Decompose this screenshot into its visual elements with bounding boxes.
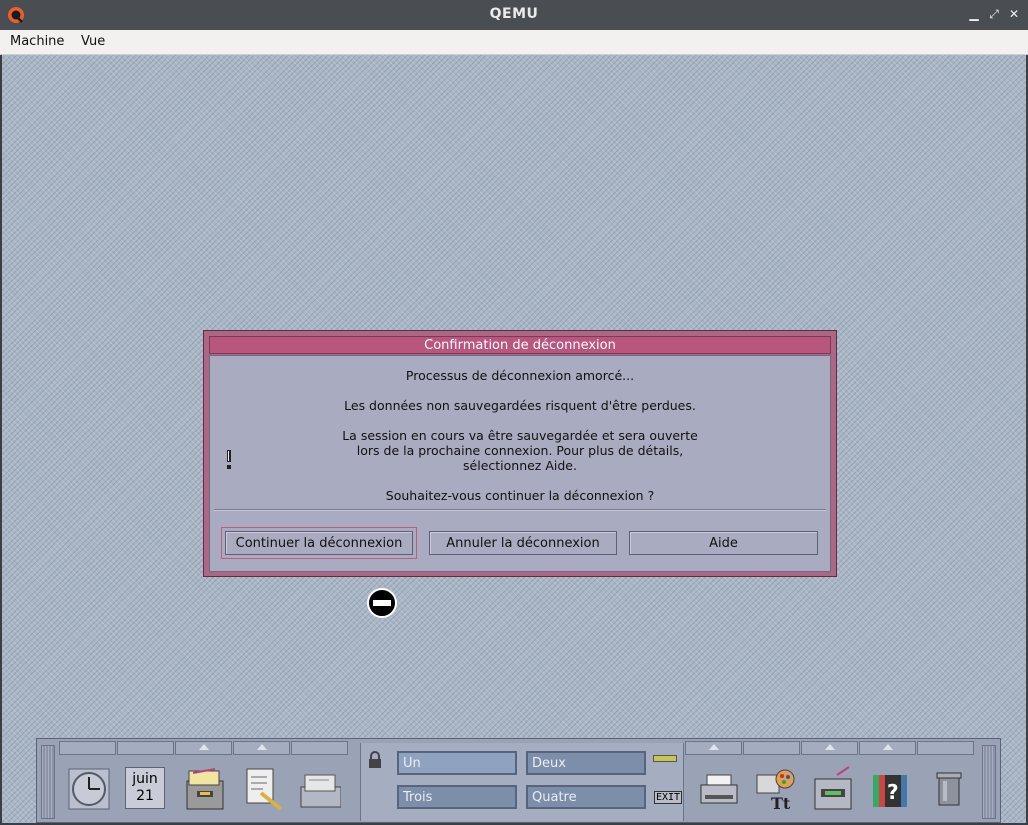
exit-button[interactable]: EXIT	[654, 791, 683, 804]
dialog-body: Processus de déconnexion amorcé... Les d…	[209, 355, 831, 572]
window-titlebar: QEMU ▁ ⤢ ✕	[0, 0, 1028, 30]
style-manager-icon[interactable]: Tt	[753, 765, 797, 813]
subpanel-arrow[interactable]	[859, 741, 916, 755]
dialog-separator	[214, 509, 826, 511]
message-line: Souhaitez-vous continuer la déconnexion …	[385, 488, 655, 503]
printer-icon[interactable]	[697, 765, 741, 813]
menu-machine[interactable]: Machine	[10, 34, 64, 49]
clock-icon[interactable]	[67, 765, 111, 813]
calendar-month: juin	[132, 771, 158, 787]
close-icon[interactable]: ✕	[1006, 6, 1022, 22]
front-panel: juin 21 Un Deux Trois Quatre EXIT Tt ?	[36, 738, 1001, 823]
application-manager-icon[interactable]	[811, 765, 855, 813]
svg-text:?: ?	[887, 780, 899, 804]
file-manager-icon[interactable]	[183, 765, 227, 813]
subpanel-slot[interactable]	[59, 741, 116, 755]
subpanel-arrow[interactable]	[175, 741, 232, 755]
workspace-button-deux[interactable]: Deux	[526, 751, 646, 775]
text-editor-icon[interactable]	[241, 765, 285, 813]
panel-handle-left[interactable]	[41, 745, 55, 819]
continue-logout-button[interactable]: Continuer la déconnexion	[221, 527, 417, 559]
panel-handle-right[interactable]	[982, 745, 996, 819]
help-button[interactable]: Aide	[629, 531, 818, 555]
subpanel-slot[interactable]	[743, 741, 800, 755]
warning-icon	[225, 450, 233, 470]
subpanel-arrow[interactable]	[233, 741, 290, 755]
subpanel-slot[interactable]	[291, 741, 348, 755]
workspace-button-un[interactable]: Un	[397, 751, 517, 775]
subpanel-arrow[interactable]	[801, 741, 858, 755]
help-manager-icon[interactable]: ?	[869, 765, 913, 813]
subpanel-slot[interactable]	[917, 741, 974, 755]
minimize-icon[interactable]: ▁	[966, 6, 982, 22]
workspace-button-trois[interactable]: Trois	[397, 785, 517, 809]
menubar: Machine Vue	[0, 30, 1028, 55]
calendar-day: 21	[136, 788, 154, 804]
workspace-switch: Un Deux Trois Quatre EXIT	[360, 743, 684, 821]
lock-icon[interactable]	[367, 751, 383, 769]
restore-icon[interactable]: ⤢	[986, 6, 1002, 22]
message-line: sélectionnez Aide.	[463, 458, 577, 473]
mailer-icon[interactable]	[297, 765, 341, 813]
busy-cursor-icon	[367, 588, 397, 618]
trash-icon[interactable]	[927, 765, 971, 813]
subpanel-arrow[interactable]	[685, 741, 742, 755]
workspace-button-quatre[interactable]: Quatre	[526, 785, 646, 809]
svg-text:Tt: Tt	[771, 794, 791, 813]
calendar-icon[interactable]: juin 21	[125, 767, 165, 809]
subpanel-slot[interactable]	[117, 741, 174, 755]
window-title: QEMU	[489, 6, 539, 22]
logout-confirmation-dialog: Confirmation de déconnexion Processus de…	[203, 330, 837, 577]
message-line: Les données non sauvegardées risquent d'…	[344, 398, 696, 413]
dialog-title: Confirmation de déconnexion	[209, 336, 831, 354]
message-line: lors de la prochaine connexion. Pour plu…	[356, 443, 684, 458]
message-line: Processus de déconnexion amorcé...	[405, 368, 635, 383]
activity-indicator	[653, 755, 677, 762]
menu-vue[interactable]: Vue	[81, 34, 105, 49]
message-line: La session en cours va être sauvegardée …	[342, 428, 698, 443]
cancel-logout-button[interactable]: Annuler la déconnexion	[429, 531, 617, 555]
guest-desktop: Confirmation de déconnexion Processus de…	[2, 55, 1026, 823]
